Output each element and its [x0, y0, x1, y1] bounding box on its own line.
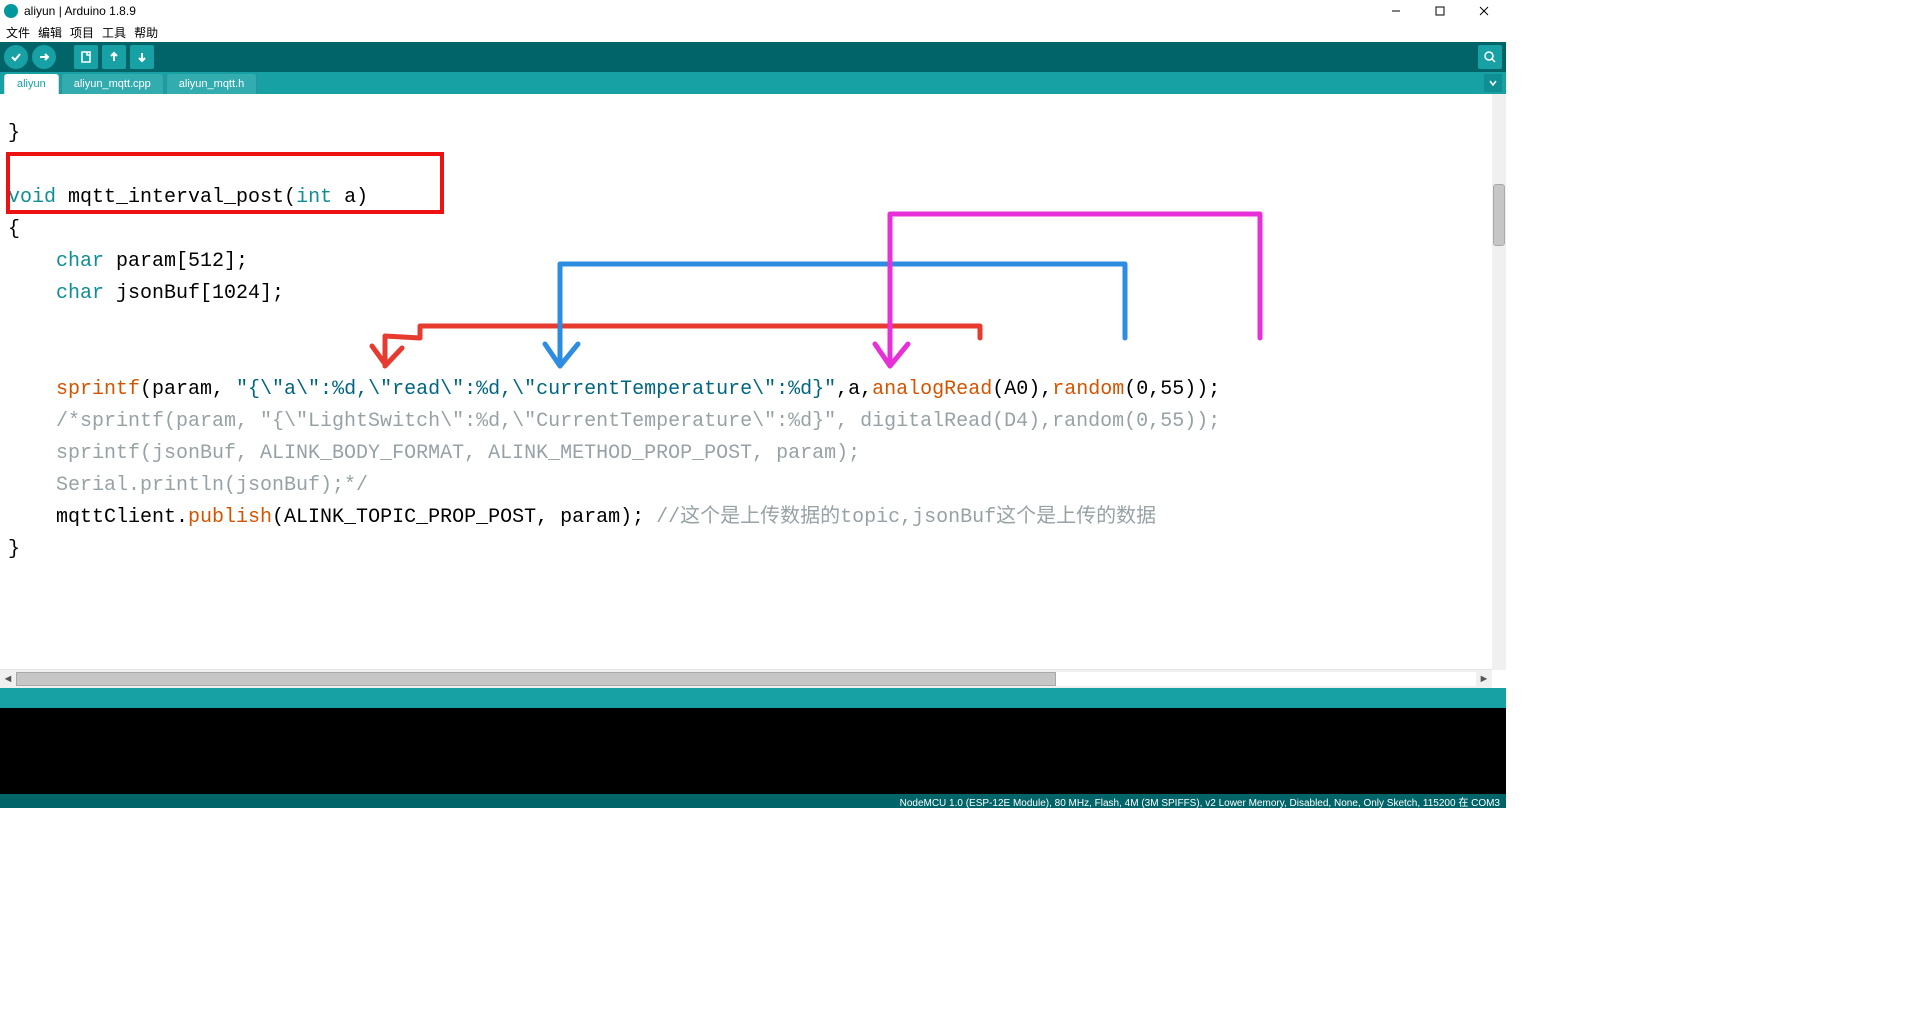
code-editor[interactable]: } void mqtt_interval_post(int a) { char …	[0, 94, 1492, 670]
vertical-scrollbar[interactable]	[1492, 94, 1506, 670]
string-literal: "{\"a\":%d,\"read\":%d,\"currentTemperat…	[236, 378, 836, 401]
comment-line: Serial.println(jsonBuf);*/	[8, 474, 368, 497]
save-sketch-button[interactable]	[130, 45, 154, 69]
window-title: aliyun | Arduino 1.8.9	[24, 4, 136, 18]
tab-aliyun-mqtt-h[interactable]: aliyun_mqtt.h	[166, 74, 257, 94]
comment-line: /*sprintf(param, "{\"LightSwitch\":%d,\"…	[8, 410, 1220, 433]
menu-help[interactable]: 帮助	[132, 24, 160, 41]
call-sprintf: sprintf	[56, 378, 140, 401]
hscroll-right-arrow[interactable]: ►	[1476, 670, 1492, 688]
keyword-char: char	[56, 250, 104, 273]
call-random: random	[1052, 378, 1124, 401]
tab-label: aliyun_mqtt.cpp	[74, 78, 151, 90]
arduino-app-icon	[4, 4, 18, 18]
open-sketch-button[interactable]	[102, 45, 126, 69]
code-text: a)	[332, 186, 368, 209]
keyword-int: int	[296, 186, 332, 209]
upload-button[interactable]	[32, 45, 56, 69]
tab-aliyun-mqtt-cpp[interactable]: aliyun_mqtt.cpp	[61, 74, 164, 94]
menu-file[interactable]: 文件	[4, 24, 32, 41]
window-close-button[interactable]	[1462, 0, 1506, 22]
code-text: ,a,	[836, 378, 872, 401]
code-text: (param,	[140, 378, 236, 401]
verify-button[interactable]	[4, 45, 28, 69]
call-publish: publish	[188, 506, 272, 529]
window-maximize-button[interactable]	[1418, 0, 1462, 22]
hscroll-thumb[interactable]	[16, 672, 1056, 686]
hscroll-left-arrow[interactable]: ◄	[0, 670, 16, 688]
menu-edit[interactable]: 编辑	[36, 24, 64, 41]
menu-bar: 文件 编辑 项目 工具 帮助	[0, 22, 1506, 42]
code-text: (0,55));	[1124, 378, 1220, 401]
new-sketch-button[interactable]	[74, 45, 98, 69]
toolbar-left-group	[4, 45, 56, 69]
code-text: (ALINK_TOPIC_PROP_POST, param);	[272, 506, 656, 529]
tab-bar: aliyun aliyun_mqtt.cpp aliyun_mqtt.h	[0, 72, 1506, 94]
comment-inline: //这个是上传数据的topic,jsonBuf这个是上传的数据	[656, 506, 1156, 529]
call-analogread: analogRead	[872, 378, 992, 401]
code-text: (A0),	[992, 378, 1052, 401]
status-bar: NodeMCU 1.0 (ESP-12E Module), 80 MHz, Fl…	[0, 794, 1506, 808]
menu-tools[interactable]: 工具	[100, 24, 128, 41]
serial-monitor-button[interactable]	[1478, 45, 1502, 69]
horizontal-scrollbar[interactable]: ◄ ►	[0, 669, 1492, 688]
vertical-scroll-thumb[interactable]	[1493, 184, 1505, 246]
output-console[interactable]	[0, 708, 1506, 794]
code-line: }	[8, 122, 20, 145]
tab-aliyun[interactable]: aliyun	[4, 74, 59, 94]
menu-sketch[interactable]: 项目	[68, 24, 96, 41]
code-content: } void mqtt_interval_post(int a) { char …	[0, 114, 1492, 570]
toolbar-file-group	[74, 45, 154, 69]
tab-label: aliyun	[17, 78, 46, 90]
editor-area: } void mqtt_interval_post(int a) { char …	[0, 94, 1506, 688]
code-text: param[512];	[104, 250, 248, 273]
editor-status-strip	[0, 688, 1506, 708]
window-minimize-button[interactable]	[1374, 0, 1418, 22]
keyword-void: void	[8, 186, 56, 209]
code-text: jsonBuf[1024];	[104, 282, 284, 305]
tab-label: aliyun_mqtt.h	[179, 78, 244, 90]
code-line: {	[8, 218, 20, 241]
keyword-char: char	[56, 282, 104, 305]
comment-line: sprintf(jsonBuf, ALINK_BODY_FORMAT, ALIN…	[8, 442, 860, 465]
tab-menu-button[interactable]	[1484, 74, 1502, 92]
window-titlebar: aliyun | Arduino 1.8.9	[0, 0, 1506, 22]
board-status-text: NodeMCU 1.0 (ESP-12E Module), 80 MHz, Fl…	[900, 794, 1500, 809]
code-text: mqttClient.	[8, 506, 188, 529]
code-line: }	[8, 538, 20, 561]
toolbar	[0, 42, 1506, 72]
code-text: mqtt_interval_post(	[56, 186, 296, 209]
